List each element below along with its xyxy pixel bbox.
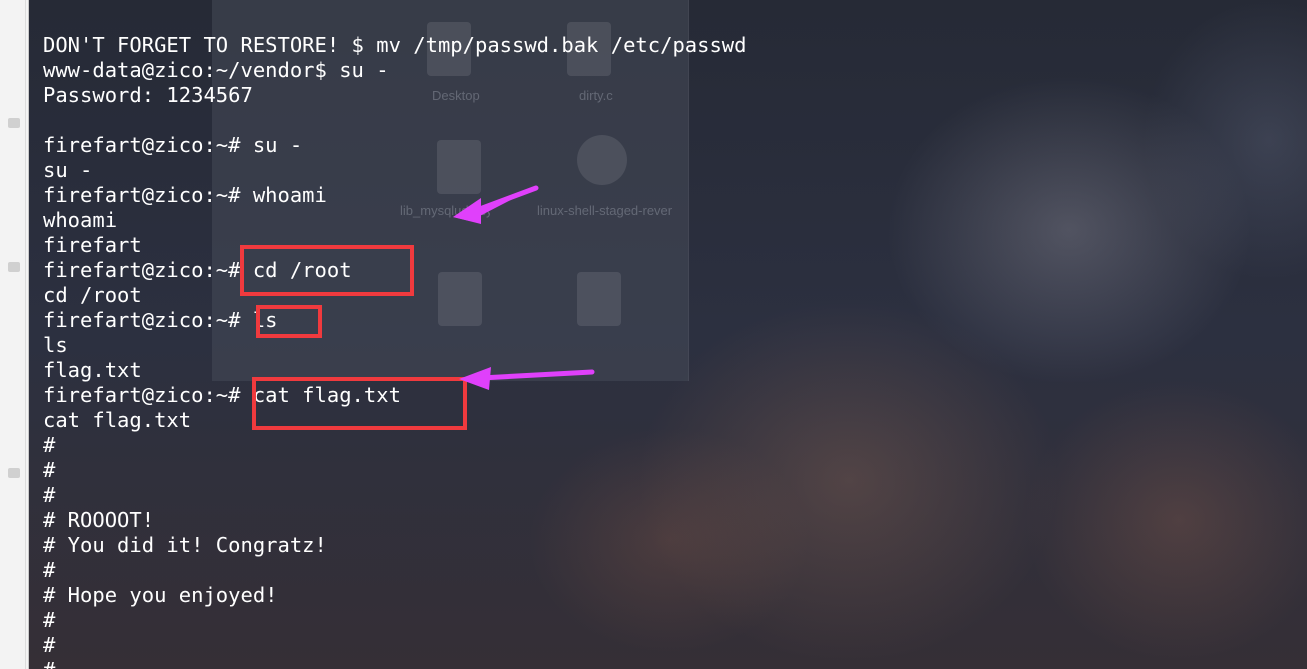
arrow-icon <box>459 367 595 390</box>
window-left-gutter <box>0 0 29 669</box>
gutter-scroll-track <box>3 0 26 669</box>
gutter-marker <box>8 118 20 128</box>
arrow-icon <box>453 185 539 224</box>
gutter-marker <box>8 468 20 478</box>
gutter-marker <box>8 262 20 272</box>
annotation-arrows <box>453 185 595 390</box>
terminal-window[interactable]: Desktop dirty.c lib_mysqludf_sys_64.so l… <box>29 0 1307 669</box>
